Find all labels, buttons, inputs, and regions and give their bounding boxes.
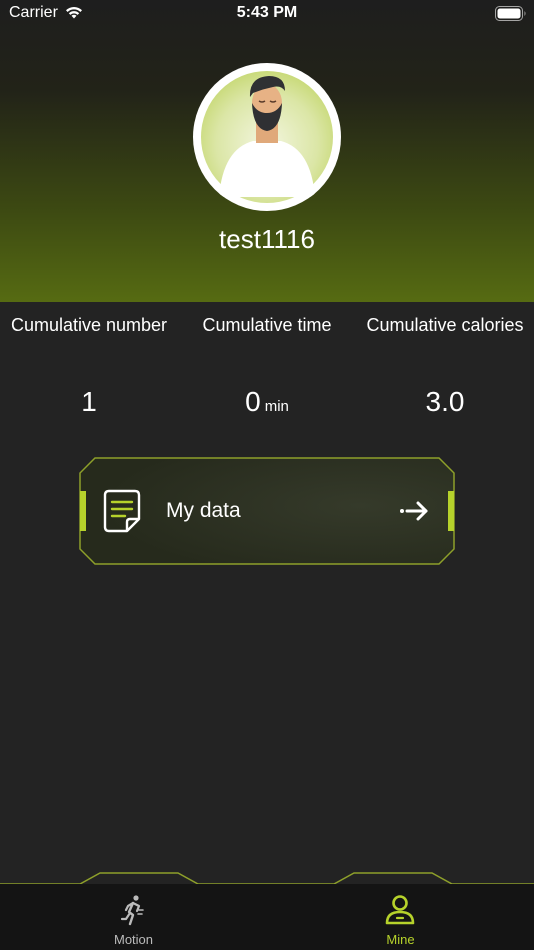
stat-label: Cumulative number: [10, 315, 168, 335]
avatar-illustration: [201, 71, 333, 203]
arrow-right-icon: [400, 501, 428, 521]
stat-value-row: 1: [0, 385, 178, 419]
tab-label: Mine: [386, 932, 415, 947]
user-icon: [385, 895, 415, 925]
stat-value-row: 3.0: [356, 385, 534, 419]
stat-value: 1: [81, 386, 97, 417]
battery-icon: [495, 6, 526, 21]
stat-value: 3.0: [425, 386, 465, 417]
stat-label: Cumulative time: [202, 315, 332, 335]
tab-bar: Motion Mine: [0, 886, 534, 950]
stat-label: Cumulative calories: [366, 315, 524, 335]
stat-cumulative-time: Cumulative time 0 min: [178, 314, 356, 424]
stat-value-row: 0 min: [178, 385, 356, 424]
tab-motion[interactable]: Motion: [0, 886, 267, 950]
avatar[interactable]: [193, 63, 341, 211]
status-bar: Carrier 5:43 PM: [0, 0, 534, 30]
tab-mine[interactable]: Mine: [267, 886, 534, 950]
document-icon: [103, 489, 141, 533]
my-data-label: My data: [166, 499, 241, 522]
tabbar-decoration: [0, 872, 534, 888]
running-icon: [120, 895, 144, 926]
stat-value: 0: [245, 386, 261, 417]
stat-cumulative-calories: Cumulative calories 3.0: [356, 314, 534, 419]
mine-screen: Carrier 5:43 PM test1116 Cumulative numb…: [0, 0, 534, 950]
stats-row: Cumulative number 1 Cumulative time 0 min…: [0, 314, 534, 424]
my-data-button[interactable]: My data: [79, 457, 455, 565]
username: test1116: [219, 224, 315, 254]
tab-label: Motion: [113, 932, 154, 947]
stat-unit: min: [264, 398, 289, 415]
status-time: 5:43 PM: [236, 4, 298, 21]
stat-cumulative-number: Cumulative number 1: [0, 314, 178, 419]
